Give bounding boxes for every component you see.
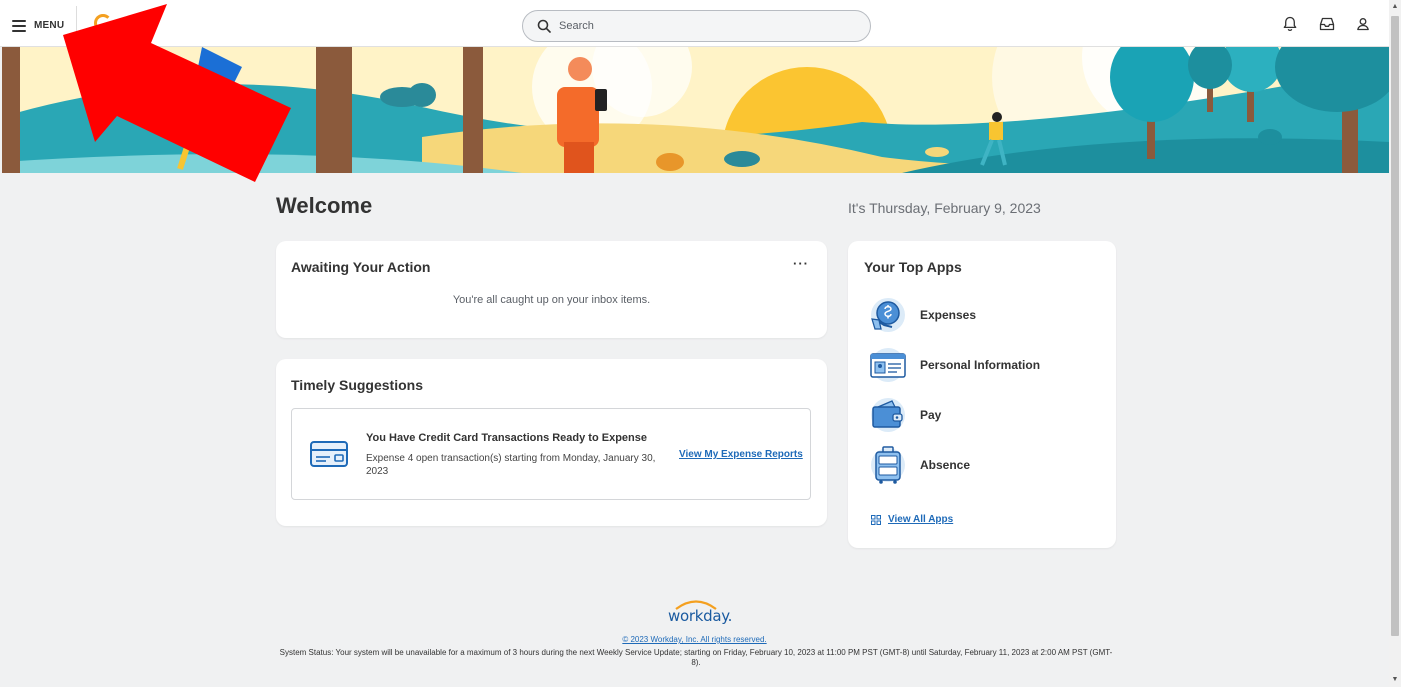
system-status-text: System Status: Your system will be unava… — [279, 648, 1113, 667]
credit-card-icon — [310, 441, 348, 467]
page-scrollbar[interactable]: ▲ ▼ — [1389, 0, 1401, 687]
current-date: It's Thursday, February 9, 2023 — [848, 200, 1041, 216]
scroll-up-icon[interactable]: ▲ — [1391, 3, 1399, 11]
pay-wallet-icon — [871, 398, 905, 432]
suggestion-title: You Have Credit Card Transactions Ready … — [366, 432, 647, 444]
app-personal-information[interactable]: Personal Information — [868, 345, 1098, 385]
grid-icon — [871, 514, 881, 525]
timely-suggestions-title: Timely Suggestions — [291, 377, 423, 393]
view-all-apps-label: View All Apps — [888, 514, 954, 525]
red-annotation-arrow-icon — [63, 4, 291, 182]
app-absence[interactable]: Absence — [868, 445, 1098, 485]
hamburger-icon — [12, 19, 26, 32]
suggestion-description: Expense 4 open transaction(s) starting f… — [366, 453, 656, 477]
profile-user-icon[interactable] — [1354, 15, 1372, 33]
inbox-icon[interactable] — [1318, 15, 1336, 33]
timely-suggestions-card: Timely Suggestions You Have Credit Card … — [276, 359, 827, 526]
app-label: Personal Information — [920, 358, 1041, 372]
inbox-empty-message: You're all caught up on your inbox items… — [452, 294, 651, 306]
personal-information-icon — [870, 348, 906, 382]
workday-footer-logo: workday. — [660, 598, 732, 626]
expenses-icon — [871, 298, 905, 332]
search-bar[interactable] — [522, 10, 871, 42]
top-apps-title: Your Top Apps — [864, 259, 962, 275]
app-pay[interactable]: Pay — [868, 395, 1098, 435]
notifications-bell-icon[interactable] — [1281, 15, 1299, 33]
top-apps-card: Your Top Apps Expenses Personal Informat… — [848, 241, 1116, 548]
awaiting-action-title: Awaiting Your Action — [291, 259, 431, 275]
view-all-apps-link[interactable]: View All Apps — [871, 514, 953, 525]
scroll-thumb[interactable] — [1391, 16, 1399, 636]
app-label: Pay — [920, 408, 942, 422]
search-input[interactable] — [559, 20, 839, 32]
more-options-button[interactable]: ··· — [791, 257, 811, 273]
app-label: Expenses — [920, 308, 977, 322]
suggestion-item: You Have Credit Card Transactions Ready … — [291, 408, 811, 500]
view-expense-reports-link[interactable]: View My Expense Reports — [679, 449, 803, 460]
scroll-down-icon[interactable]: ▼ — [1391, 676, 1399, 684]
copyright-link[interactable]: © 2023 Workday, Inc. All rights reserved… — [0, 635, 1389, 644]
awaiting-action-card: Awaiting Your Action ··· You're all caug… — [276, 241, 827, 338]
app-label: Absence — [920, 458, 971, 472]
absence-luggage-icon — [871, 446, 905, 484]
search-icon — [537, 19, 551, 33]
welcome-heading: Welcome — [276, 193, 373, 218]
app-expenses[interactable]: Expenses — [868, 295, 1098, 335]
footer-logo-text: workday. — [668, 607, 733, 625]
